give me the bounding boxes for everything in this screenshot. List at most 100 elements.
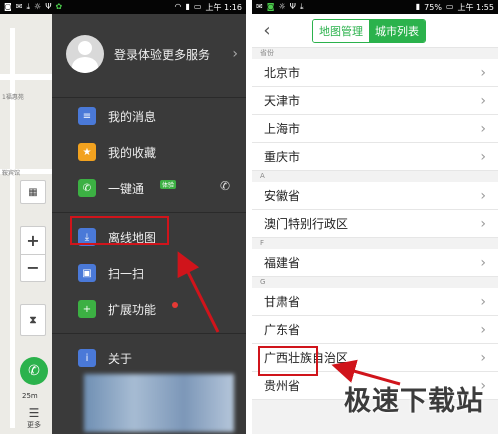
trial-badge: 体验 xyxy=(160,179,177,189)
highlight-box xyxy=(70,216,169,245)
section-header: F xyxy=(260,239,265,247)
chevron-right-icon: › xyxy=(480,321,486,338)
right-screenshot: ✉ ◙ ☼ Ψ ⤓ ▮ 75% ▭ 上午 1:55 ‹ 地图管理 城市列表 省份… xyxy=(252,0,498,434)
signal-icon: ▮ xyxy=(185,2,190,11)
menu-label: 我的收藏 xyxy=(108,145,157,160)
tab-map-management[interactable]: 地图管理 xyxy=(313,19,369,42)
usb-icon: Ψ xyxy=(289,2,296,11)
map-view[interactable]: 1福惠苑 鞍宾馆 ▦ + − ⧗ ✆ 25m ☰ 更多 xyxy=(0,14,52,434)
menu-item-scan[interactable]: ▣ 扫一扫 xyxy=(52,255,246,291)
menu-item-messages[interactable]: ≡ 我的消息 xyxy=(52,98,246,134)
chevron-right-icon: › xyxy=(480,148,486,165)
back-button[interactable]: ‹ xyxy=(252,20,282,41)
download-icon: ⤓ xyxy=(299,2,304,11)
menu-item-favorites[interactable]: ★ 我的收藏 xyxy=(52,134,246,170)
phone-settings-icon[interactable]: ✆ xyxy=(220,179,230,193)
menu-label: 关于 xyxy=(108,351,133,366)
grid-icon: ▦ xyxy=(28,186,38,198)
status-bar: ◙ ✉ ⤓ ☼ Ψ ✿ ◠ ▮ ▭ 上午 1:16 xyxy=(0,0,246,14)
chevron-right-icon: › xyxy=(480,349,486,366)
chevron-right-icon: › xyxy=(480,187,486,204)
avatar xyxy=(66,35,104,73)
map-poi-label: 鞍宾馆 xyxy=(2,170,21,177)
city-name: 广东省 xyxy=(264,323,301,337)
map-scale: 25m xyxy=(22,392,38,400)
plus-icon: + xyxy=(78,300,96,318)
layers-button[interactable]: ▦ xyxy=(20,180,46,204)
city-name: 北京市 xyxy=(264,66,301,80)
city-row[interactable]: 甘肃省 › xyxy=(252,288,498,316)
message-notification-icon: ✉ xyxy=(15,2,23,11)
city-row[interactable]: 澳门特别行政区 › xyxy=(252,210,498,238)
highlight-box xyxy=(258,346,318,376)
city-name: 澳门特别行政区 xyxy=(264,217,349,231)
section-header: 省份 xyxy=(260,49,274,57)
wifi-icon: ◠ xyxy=(174,2,182,11)
message-icon: ≡ xyxy=(78,107,96,125)
download-icon: ⤓ xyxy=(26,2,31,11)
battery-icon: ▭ xyxy=(193,2,202,11)
menu-label: 我的消息 xyxy=(108,109,157,124)
chevron-right-icon: › xyxy=(480,293,486,310)
chevron-right-icon: › xyxy=(480,64,486,81)
city-row[interactable]: 北京市 › xyxy=(252,59,498,87)
app-icon: ◙ xyxy=(266,2,275,11)
message-notification-icon: ✉ xyxy=(256,2,263,11)
signal-icon: ▮ xyxy=(415,2,421,11)
menu-label: 扫一扫 xyxy=(108,266,145,281)
watermark: 极速下载站 xyxy=(344,386,484,417)
city-name: 甘肃省 xyxy=(264,295,301,309)
city-name: 福建省 xyxy=(264,256,301,270)
status-bar: ✉ ◙ ☼ Ψ ⤓ ▮ 75% ▭ 上午 1:55 xyxy=(252,0,498,14)
status-time: 上午 1:55 xyxy=(457,2,494,12)
city-row[interactable]: 上海市 › xyxy=(252,115,498,143)
city-list[interactable]: 省份 北京市 › 天津市 › 上海市 › 重庆市 › A 安徽省 › 澳门特别行政区 › F… xyxy=(252,48,498,434)
call-button[interactable]: ✆ xyxy=(20,357,48,385)
compass-button[interactable]: ⧗ xyxy=(20,304,46,336)
more-label: 更多 xyxy=(27,421,41,429)
city-row[interactable]: 重庆市 › xyxy=(252,143,498,171)
chevron-right-icon: › xyxy=(480,92,486,109)
city-row[interactable]: 安徽省 › xyxy=(252,182,498,210)
chevron-right-icon: › xyxy=(232,46,238,62)
phone-icon: ✆ xyxy=(78,179,96,197)
zoom-in-button[interactable]: + xyxy=(26,228,39,254)
chevron-right-icon: › xyxy=(480,254,486,271)
city-name: 上海市 xyxy=(264,122,301,136)
tab-city-list[interactable]: 城市列表 xyxy=(369,19,425,42)
city-name: 安徽省 xyxy=(264,189,301,203)
app-icon: ✿ xyxy=(55,2,63,11)
chevron-right-icon: › xyxy=(480,120,486,137)
menu-label: 扩展功能 xyxy=(108,302,157,317)
tab-switcher: 地图管理 城市列表 xyxy=(312,18,426,43)
city-name: 天津市 xyxy=(264,94,301,108)
menu-label: 一键通 xyxy=(108,181,145,196)
login-row[interactable]: 登录体验更多服务 › xyxy=(52,14,246,94)
top-bar: ‹ 地图管理 城市列表 xyxy=(252,14,498,48)
more-button[interactable]: ☰ 更多 xyxy=(14,406,54,434)
chevron-right-icon: › xyxy=(480,215,486,232)
brightness-icon: ☼ xyxy=(278,2,286,11)
battery-level: 75% xyxy=(424,2,442,12)
login-text: 登录体验更多服务 xyxy=(114,47,211,62)
section-header: G xyxy=(260,278,266,286)
brightness-icon: ☼ xyxy=(34,2,42,11)
city-row[interactable]: 广东省 › xyxy=(252,316,498,344)
city-row[interactable]: 天津市 › xyxy=(252,87,498,115)
new-dot xyxy=(172,302,179,308)
city-row[interactable]: 福建省 › xyxy=(252,249,498,277)
menu-item-extensions[interactable]: + 扩展功能 xyxy=(52,291,246,327)
app-notification-icon: ◙ xyxy=(4,2,12,11)
phone-icon: ✆ xyxy=(28,363,40,379)
menu-item-about[interactable]: i 关于 xyxy=(52,340,246,376)
info-icon: i xyxy=(78,349,96,367)
zoom-out-button[interactable]: − xyxy=(21,254,45,280)
map-poi-label: 1福惠苑 xyxy=(2,94,24,101)
blurred-ad xyxy=(84,374,234,432)
status-time: 上午 1:16 xyxy=(205,2,242,12)
chevron-left-icon: ‹ xyxy=(263,20,271,41)
menu-icon: ☰ xyxy=(28,406,40,420)
usb-icon: Ψ xyxy=(45,2,52,11)
menu-item-one-touch[interactable]: ✆ 一键通 体验 ✆ xyxy=(52,170,246,206)
section-header: A xyxy=(260,172,265,180)
